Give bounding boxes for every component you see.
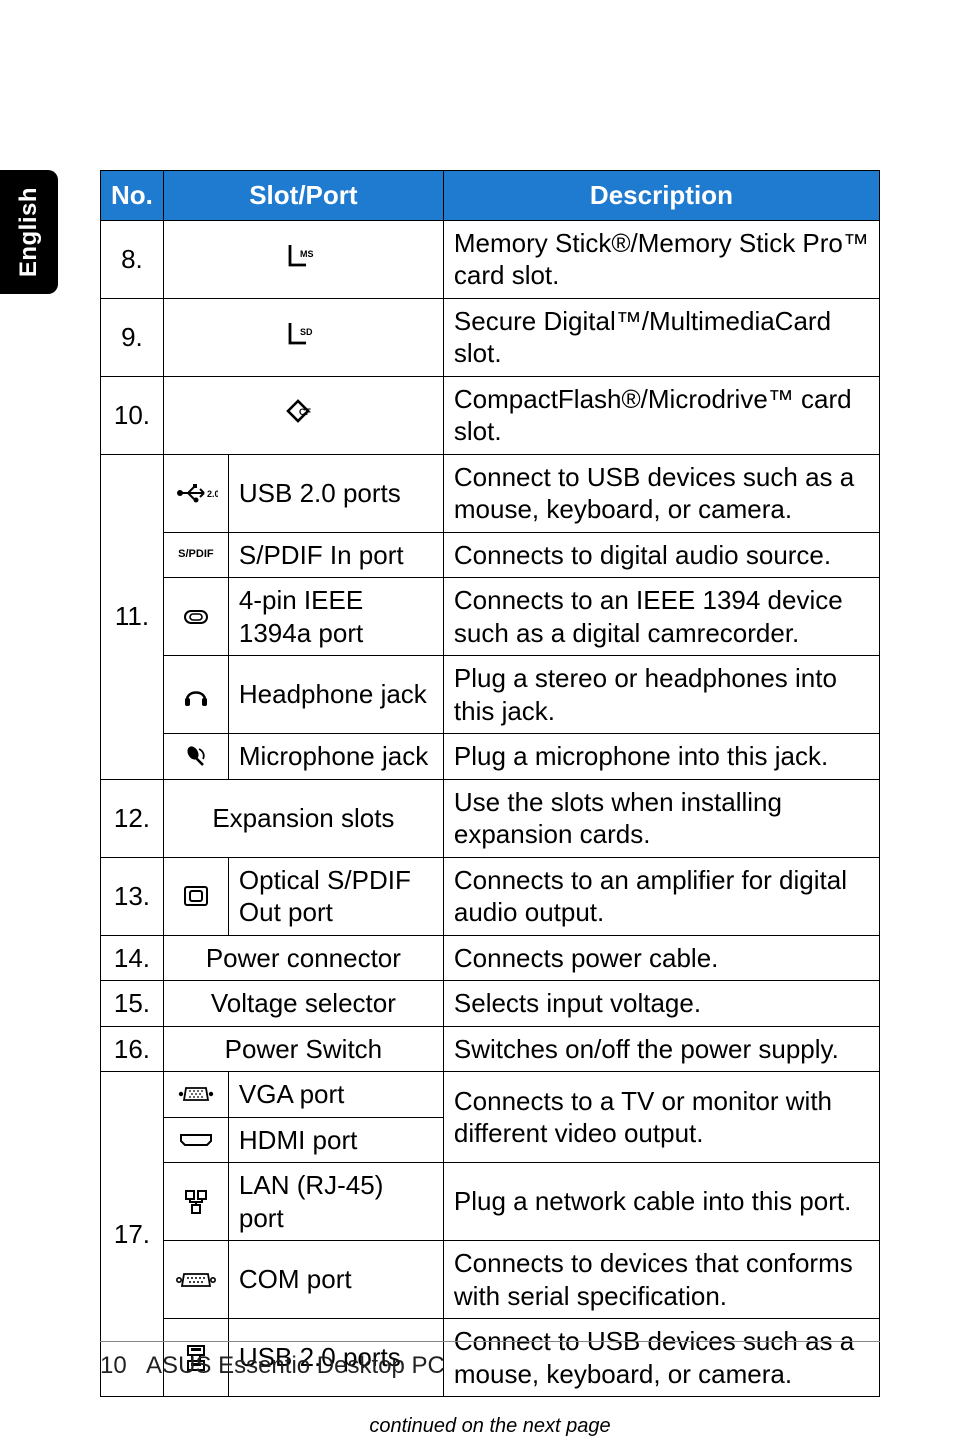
svg-text:SD: SD bbox=[300, 327, 313, 337]
page-footer: 10 ASUS Essentio Desktop PC bbox=[100, 1341, 880, 1380]
row-desc: Connect to USB devices such as a mouse, … bbox=[443, 454, 879, 532]
hdmi-icon bbox=[163, 1117, 228, 1163]
table-row: S/PDIF S/PDIF In port Connects to digita… bbox=[101, 532, 880, 578]
row-name: Power connector bbox=[163, 935, 443, 981]
table-row: 11. 2.0 USB 2.0 ports Connect to USB dev… bbox=[101, 454, 880, 532]
row-name: Microphone jack bbox=[228, 734, 443, 780]
spdif-icon: S/PDIF bbox=[163, 532, 228, 578]
svg-text:CF: CF bbox=[299, 407, 311, 417]
page-content: No. Slot/Port Description 8. MS Memory S… bbox=[100, 170, 880, 1438]
row-name: HDMI port bbox=[228, 1117, 443, 1163]
table-row: 8. MS Memory Stick®/Memory Stick Pro™ ca… bbox=[101, 220, 880, 298]
row-desc: Connects to devices that conforms with s… bbox=[443, 1241, 879, 1319]
table-row: 16. Power Switch Switches on/off the pow… bbox=[101, 1026, 880, 1072]
header-no: No. bbox=[101, 171, 164, 221]
table-row: LAN (RJ-45) port Plug a network cable in… bbox=[101, 1163, 880, 1241]
table-row: Microphone jack Plug a microphone into t… bbox=[101, 734, 880, 780]
row-no: 9. bbox=[101, 298, 164, 376]
headphone-icon bbox=[163, 656, 228, 734]
ms-icon: MS bbox=[163, 220, 443, 298]
row-no: 14. bbox=[101, 935, 164, 981]
row-desc: Memory Stick®/Memory Stick Pro™ card slo… bbox=[443, 220, 879, 298]
mic-icon bbox=[163, 734, 228, 780]
row-desc: Connects power cable. bbox=[443, 935, 879, 981]
row-desc: Use the slots when installing expansion … bbox=[443, 779, 879, 857]
table-row: 9. SD Secure Digital™/MultimediaCard slo… bbox=[101, 298, 880, 376]
table-row: Headphone jack Plug a stereo or headphon… bbox=[101, 656, 880, 734]
vga-icon bbox=[163, 1072, 228, 1118]
table-row: 17. VGA port Connects to a TV or monitor… bbox=[101, 1072, 880, 1118]
ports-table: No. Slot/Port Description 8. MS Memory S… bbox=[100, 170, 880, 1397]
svg-text:2.0: 2.0 bbox=[207, 489, 218, 499]
cf-icon: CF bbox=[163, 376, 443, 454]
row-name: Expansion slots bbox=[163, 779, 443, 857]
svg-text:MS: MS bbox=[300, 249, 314, 259]
row-desc: Connects to an amplifier for digital aud… bbox=[443, 857, 879, 935]
row-name: S/PDIF In port bbox=[228, 532, 443, 578]
table-row: 4-pin IEEE 1394a port Connects to an IEE… bbox=[101, 578, 880, 656]
footer-title: ASUS Essentio Desktop PC bbox=[146, 1352, 445, 1379]
row-name: USB 2.0 ports bbox=[228, 454, 443, 532]
row-desc: Plug a microphone into this jack. bbox=[443, 734, 879, 780]
row-name: Optical S/PDIF Out port bbox=[228, 857, 443, 935]
row-desc: CompactFlash®/Microdrive™ card slot. bbox=[443, 376, 879, 454]
optical-icon bbox=[163, 857, 228, 935]
row-desc: Connects to an IEEE 1394 device such as … bbox=[443, 578, 879, 656]
header-desc: Description bbox=[443, 171, 879, 221]
row-name: Power Switch bbox=[163, 1026, 443, 1072]
row-desc: Secure Digital™/MultimediaCard slot. bbox=[443, 298, 879, 376]
row-desc: Plug a stereo or headphones into this ja… bbox=[443, 656, 879, 734]
language-label: English bbox=[15, 187, 43, 277]
table-header-row: No. Slot/Port Description bbox=[101, 171, 880, 221]
usb2-icon: 2.0 bbox=[163, 454, 228, 532]
table-row: 14. Power connector Connects power cable… bbox=[101, 935, 880, 981]
row-no: 8. bbox=[101, 220, 164, 298]
row-no: 11. bbox=[101, 454, 164, 779]
com-icon bbox=[163, 1241, 228, 1319]
header-slot: Slot/Port bbox=[163, 171, 443, 221]
row-desc: Switches on/off the power supply. bbox=[443, 1026, 879, 1072]
page-number: 10 bbox=[100, 1352, 127, 1379]
row-name: COM port bbox=[228, 1241, 443, 1319]
table-row: COM port Connects to devices that confor… bbox=[101, 1241, 880, 1319]
continued-text: continued on the next page bbox=[100, 1415, 880, 1438]
row-no: 10. bbox=[101, 376, 164, 454]
sd-icon: SD bbox=[163, 298, 443, 376]
table-row: 10. CF CompactFlash®/Microdrive™ card sl… bbox=[101, 376, 880, 454]
ieee1394-icon bbox=[163, 578, 228, 656]
row-no: 13. bbox=[101, 857, 164, 935]
row-name: 4-pin IEEE 1394a port bbox=[228, 578, 443, 656]
row-no: 12. bbox=[101, 779, 164, 857]
row-no: 16. bbox=[101, 1026, 164, 1072]
table-row: 15. Voltage selector Selects input volta… bbox=[101, 981, 880, 1027]
row-desc: Connects to digital audio source. bbox=[443, 532, 879, 578]
table-row: 13. Optical S/PDIF Out port Connects to … bbox=[101, 857, 880, 935]
row-desc: Selects input voltage. bbox=[443, 981, 879, 1027]
language-tab: English bbox=[0, 170, 58, 294]
row-name: Voltage selector bbox=[163, 981, 443, 1027]
row-desc: Connects to a TV or monitor with differe… bbox=[443, 1072, 879, 1163]
row-no: 15. bbox=[101, 981, 164, 1027]
row-desc: Plug a network cable into this port. bbox=[443, 1163, 879, 1241]
row-name: LAN (RJ-45) port bbox=[228, 1163, 443, 1241]
table-row: 12. Expansion slots Use the slots when i… bbox=[101, 779, 880, 857]
lan-icon bbox=[163, 1163, 228, 1241]
row-name: Headphone jack bbox=[228, 656, 443, 734]
row-name: VGA port bbox=[228, 1072, 443, 1118]
